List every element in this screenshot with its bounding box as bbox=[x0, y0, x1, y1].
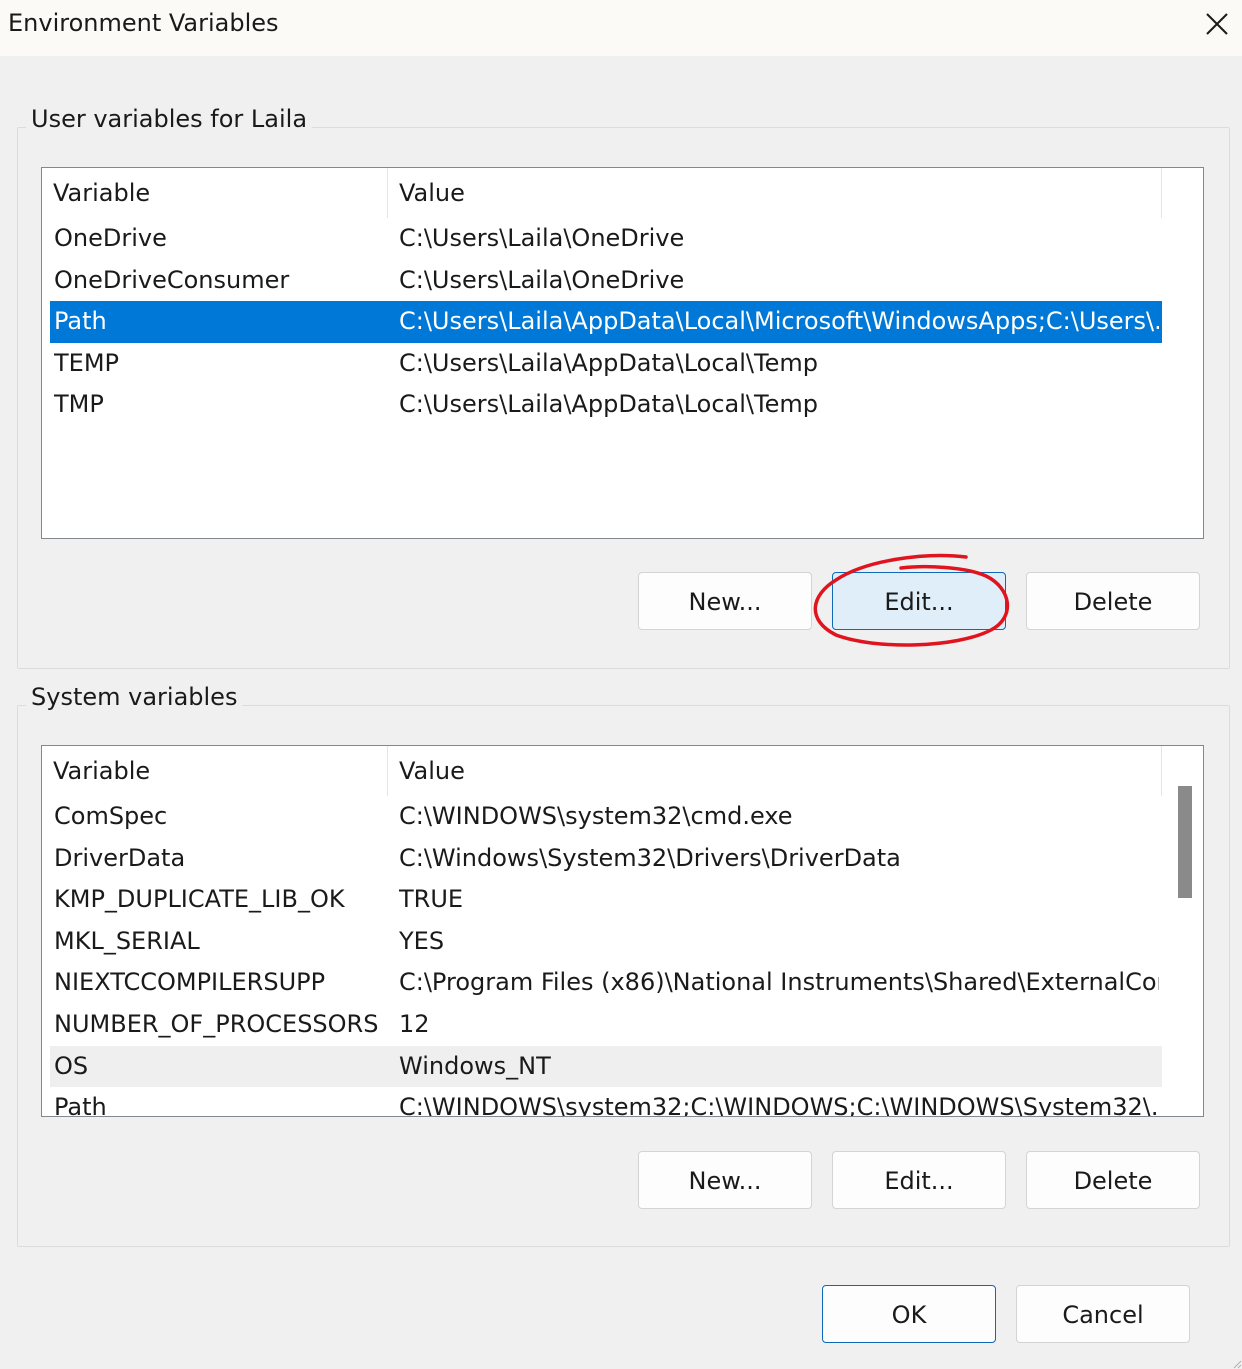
column-header-variable[interactable]: Variable bbox=[42, 168, 388, 218]
system-new-button[interactable]: New... bbox=[638, 1151, 812, 1209]
variable-name-cell: TMP bbox=[54, 390, 104, 419]
system-list-header: Variable Value bbox=[42, 746, 1162, 796]
table-row[interactable]: TEMP C:\Users\Laila\AppData\Local\Temp bbox=[50, 343, 1162, 385]
table-row[interactable]: MKL_SERIAL YES bbox=[50, 921, 1162, 963]
column-header-value[interactable]: Value bbox=[388, 746, 1162, 796]
variable-name-cell: Path bbox=[54, 307, 107, 336]
variable-name-cell: OneDriveConsumer bbox=[54, 265, 290, 294]
window-title: Environment Variables bbox=[8, 9, 279, 37]
variable-name-cell: TEMP bbox=[54, 348, 120, 377]
variable-value-cell: C:\WINDOWS\system32\cmd.exe bbox=[399, 802, 793, 830]
user-variables-legend: User variables for Laila bbox=[26, 102, 313, 136]
variable-value-cell: C:\Users\Laila\AppData\Local\Temp bbox=[399, 348, 818, 377]
variable-name-cell: MKL_SERIAL bbox=[54, 926, 200, 955]
variable-value-cell: YES bbox=[399, 926, 445, 955]
variable-value-cell: TRUE bbox=[399, 885, 464, 914]
user-variables-list[interactable]: Variable Value OneDrive C:\Users\Laila\On… bbox=[41, 167, 1204, 539]
user-new-button[interactable]: New... bbox=[638, 572, 812, 630]
close-icon bbox=[1206, 13, 1228, 35]
variable-name-cell: KMP_DUPLICATE_LIB_OK bbox=[54, 885, 345, 914]
resize-grip-icon[interactable] bbox=[1230, 1357, 1242, 1369]
table-row[interactable]: OneDrive C:\Users\Laila\OneDrive bbox=[50, 218, 1162, 260]
table-row[interactable]: NIEXTCCOMPILERSUPP C:\Program Files (x86)… bbox=[50, 962, 1162, 1004]
variable-value-cell: C:\Users\Laila\OneDrive bbox=[399, 224, 685, 252]
table-row[interactable]: NUMBER_OF_PROCESSORS 12 bbox=[50, 1004, 1162, 1046]
variable-value-cell: C:\Users\Laila\AppData\Local\Temp bbox=[399, 390, 818, 419]
table-row[interactable]: OneDriveConsumer C:\Users\Laila\OneDrive bbox=[50, 260, 1162, 302]
system-list-body: ComSpec C:\WINDOWS\system32\cmd.exe Driver… bbox=[50, 796, 1162, 1117]
variable-name-cell: OneDrive bbox=[54, 224, 167, 252]
vertical-scrollbar[interactable] bbox=[1165, 746, 1203, 1116]
variable-value-cell: C:\Users\Laila\OneDrive bbox=[399, 265, 685, 294]
variable-value-cell: C:\Windows\System32\Drivers\DriverData bbox=[399, 843, 901, 872]
system-variables-legend: System variables bbox=[26, 680, 243, 714]
user-delete-button[interactable]: Delete bbox=[1026, 572, 1200, 630]
user-list-body: OneDrive C:\Users\Laila\OneDrive OneDriveC… bbox=[50, 218, 1162, 426]
variable-name-cell: NUMBER_OF_PROCESSORS bbox=[54, 1009, 379, 1038]
variable-name-cell: ComSpec bbox=[54, 802, 168, 830]
user-list-header: Variable Value bbox=[42, 168, 1162, 218]
column-header-variable[interactable]: Variable bbox=[42, 746, 388, 796]
variable-value-cell: Windows_NT bbox=[399, 1051, 551, 1080]
column-header-value[interactable]: Value bbox=[388, 168, 1162, 218]
table-row[interactable]: DriverData C:\Windows\System32\Drivers\Dr… bbox=[50, 838, 1162, 880]
system-edit-button[interactable]: Edit... bbox=[832, 1151, 1006, 1209]
scrollbar-thumb[interactable] bbox=[1178, 786, 1192, 898]
system-variables-list[interactable]: Variable Value ComSpec C:\WINDOWS\system3… bbox=[41, 745, 1204, 1117]
table-row[interactable]: OS Windows_NT bbox=[50, 1045, 1162, 1088]
variable-value-cell: C:\Program Files (x86)\National Instrume… bbox=[399, 968, 1159, 997]
variable-value-cell: C:\Users\Laila\AppData\Local\Microsoft\W… bbox=[399, 307, 1159, 336]
table-row[interactable]: KMP_DUPLICATE_LIB_OK TRUE bbox=[50, 879, 1162, 921]
environment-variables-dialog: Environment Variables User variables for… bbox=[0, 0, 1242, 1369]
variable-name-cell: NIEXTCCOMPILERSUPP bbox=[54, 968, 326, 997]
close-button[interactable] bbox=[1192, 0, 1242, 48]
title-bar[interactable]: Environment Variables bbox=[0, 0, 1242, 56]
system-delete-button[interactable]: Delete bbox=[1026, 1151, 1200, 1209]
cancel-button[interactable]: Cancel bbox=[1016, 1285, 1190, 1343]
table-row[interactable]: Path C:\WINDOWS\system32;C:\WINDOWS;C:\WI… bbox=[50, 1087, 1162, 1117]
variable-name-cell: DriverData bbox=[54, 843, 186, 872]
variable-value-cell: C:\WINDOWS\system32;C:\WINDOWS;C:\WINDOW… bbox=[399, 1093, 1159, 1117]
user-edit-button[interactable]: Edit... bbox=[832, 572, 1006, 630]
table-row[interactable]: ComSpec C:\WINDOWS\system32\cmd.exe bbox=[50, 796, 1162, 838]
table-row[interactable]: Path C:\Users\Laila\AppData\Local\Microso… bbox=[50, 301, 1162, 343]
table-row[interactable]: TMP C:\Users\Laila\AppData\Local\Temp bbox=[50, 384, 1162, 426]
variable-name-cell: Path bbox=[54, 1093, 107, 1117]
variable-name-cell: OS bbox=[54, 1051, 89, 1080]
variable-value-cell: 12 bbox=[399, 1009, 430, 1038]
ok-button[interactable]: OK bbox=[822, 1285, 996, 1343]
